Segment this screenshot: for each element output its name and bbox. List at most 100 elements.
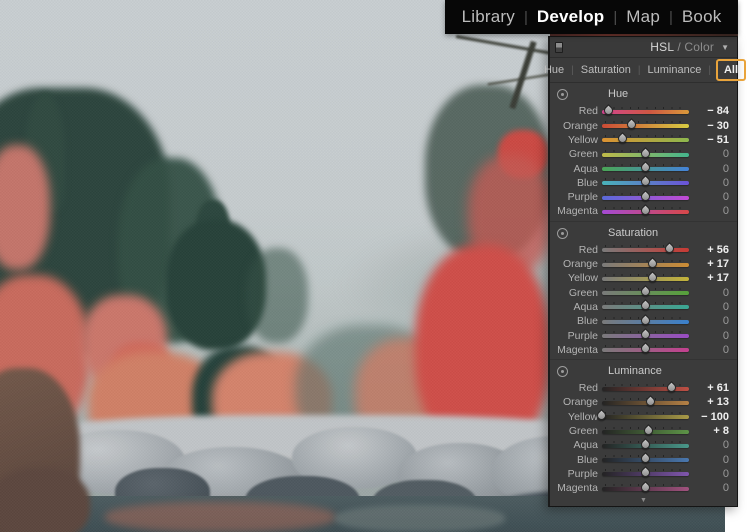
slider-track-luminance-aqua[interactable] — [602, 444, 689, 448]
slider-row-hue-yellow: Yellow− 51 — [550, 133, 737, 147]
slider-thumb[interactable] — [639, 175, 652, 188]
slider-thumb[interactable] — [639, 147, 652, 160]
slider-track-hue-magenta[interactable] — [602, 210, 689, 214]
section-title: Hue — [608, 88, 628, 100]
slider-value: 0 — [689, 148, 729, 160]
hsl-section-luminance: LuminanceRed+ 61Orange+ 13Yellow− 100Gre… — [550, 359, 737, 497]
slider-label: Red — [550, 105, 602, 117]
slider-track-luminance-blue[interactable] — [602, 458, 689, 462]
tab-luminance[interactable]: Luminance — [645, 62, 705, 78]
slider-track-hue-purple[interactable] — [602, 196, 689, 200]
panel-bottom-collapse-icon[interactable]: ▼ — [550, 497, 737, 506]
slider-track-luminance-orange[interactable] — [602, 401, 689, 405]
module-library[interactable]: Library — [453, 7, 524, 27]
slider-thumb[interactable] — [646, 271, 659, 284]
slider-thumb[interactable] — [626, 118, 639, 131]
tab-all[interactable]: All — [716, 59, 746, 81]
module-book[interactable]: Book — [673, 7, 731, 27]
panel-enable-switch-icon[interactable] — [555, 42, 563, 53]
slider-value: 0 — [689, 454, 729, 466]
slider-thumb[interactable] — [639, 452, 652, 465]
slider-track-luminance-green[interactable] — [602, 430, 689, 434]
slider-thumb[interactable] — [639, 190, 652, 203]
slider-row-hue-aqua: Aqua0 — [550, 161, 737, 175]
panel-collapse-icon[interactable]: ▼ — [721, 43, 729, 52]
slider-label: Orange — [550, 120, 602, 132]
slider-track-luminance-yellow[interactable] — [602, 415, 689, 419]
slider-track-hue-yellow[interactable] — [602, 138, 689, 142]
slider-value: 0 — [689, 315, 729, 327]
slider-thumb[interactable] — [639, 438, 652, 451]
slider-thumb[interactable] — [639, 204, 652, 217]
slider-value: 0 — [689, 482, 729, 494]
slider-row-saturation-red: Red+ 56 — [550, 243, 737, 257]
slider-row-luminance-red: Red+ 61 — [550, 381, 737, 395]
slider-row-hue-blue: Blue0 — [550, 176, 737, 190]
hsl-tab-bar: Hue | Saturation | Luminance | All — [550, 58, 737, 83]
slider-label: Magenta — [550, 205, 602, 217]
slider-thumb[interactable] — [639, 285, 652, 298]
slider-track-saturation-red[interactable] — [602, 248, 689, 252]
slider-thumb[interactable] — [639, 342, 652, 355]
slider-label: Yellow — [550, 272, 602, 284]
slider-value: − 30 — [689, 120, 729, 132]
slider-thumb[interactable] — [639, 161, 652, 174]
slider-track-saturation-magenta[interactable] — [602, 348, 689, 352]
tab-saturation[interactable]: Saturation — [578, 62, 634, 78]
slider-row-luminance-green: Green+ 8 — [550, 424, 737, 438]
slider-thumb[interactable] — [642, 424, 655, 437]
slider-track-saturation-green[interactable] — [602, 291, 689, 295]
tab-hue[interactable]: Hue — [541, 62, 567, 78]
panel-title-slash: / — [674, 40, 685, 54]
slider-row-saturation-magenta: Magenta0 — [550, 343, 737, 357]
module-develop[interactable]: Develop — [528, 7, 614, 27]
slider-value: 0 — [689, 301, 729, 313]
slider-thumb[interactable] — [663, 242, 676, 255]
slider-track-saturation-yellow[interactable] — [602, 277, 689, 281]
slider-label: Blue — [550, 315, 602, 327]
slider-track-saturation-purple[interactable] — [602, 334, 689, 338]
slider-value: + 13 — [689, 396, 729, 408]
module-map[interactable]: Map — [617, 7, 669, 27]
slider-thumb[interactable] — [639, 300, 652, 313]
slider-thumb[interactable] — [639, 328, 652, 341]
slider-track-luminance-magenta[interactable] — [602, 487, 689, 491]
slider-value: 0 — [689, 330, 729, 342]
slider-track-hue-red[interactable] — [602, 110, 689, 114]
slider-label: Magenta — [550, 482, 602, 494]
slider-row-hue-green: Green 0 — [550, 147, 737, 161]
slider-label: Yellow — [550, 411, 602, 423]
slider-label: Blue — [550, 454, 602, 466]
slider-thumb[interactable] — [639, 481, 652, 494]
slider-track-saturation-blue[interactable] — [602, 320, 689, 324]
section-title: Luminance — [608, 365, 662, 377]
slider-label: Green — [550, 148, 602, 160]
slider-track-hue-aqua[interactable] — [602, 167, 689, 171]
slider-track-luminance-red[interactable] — [602, 387, 689, 391]
slider-value: 0 — [689, 344, 729, 356]
slider-row-hue-red: Red− 84 — [550, 104, 737, 118]
slider-thumb[interactable] — [602, 104, 615, 117]
slider-thumb[interactable] — [639, 314, 652, 327]
section-title: Saturation — [608, 227, 658, 239]
slider-track-luminance-purple[interactable] — [602, 472, 689, 476]
slider-track-saturation-orange[interactable] — [602, 263, 689, 267]
targeted-adjustment-icon[interactable] — [557, 366, 568, 377]
slider-thumb[interactable] — [665, 381, 678, 394]
slider-track-hue-green[interactable] — [602, 153, 689, 157]
slider-row-luminance-aqua: Aqua0 — [550, 438, 737, 452]
hsl-color-panel: HSL / Color ▼ Hue | Saturation | Luminan… — [548, 36, 738, 507]
slider-row-saturation-green: Green0 — [550, 285, 737, 299]
slider-thumb[interactable] — [616, 133, 629, 146]
hsl-section-saturation: SaturationRed+ 56Orange+ 17Yellow+ 17Gre… — [550, 221, 737, 359]
hsl-panel-header[interactable]: HSL / Color ▼ — [550, 37, 737, 58]
slider-thumb[interactable] — [639, 467, 652, 480]
targeted-adjustment-icon[interactable] — [557, 228, 568, 239]
slider-track-hue-blue[interactable] — [602, 181, 689, 185]
slider-thumb[interactable] — [644, 395, 657, 408]
targeted-adjustment-icon[interactable] — [557, 89, 568, 100]
slider-track-hue-orange[interactable] — [602, 124, 689, 128]
slider-track-saturation-aqua[interactable] — [602, 305, 689, 309]
slider-thumb[interactable] — [646, 257, 659, 270]
slider-value: 0 — [689, 177, 729, 189]
